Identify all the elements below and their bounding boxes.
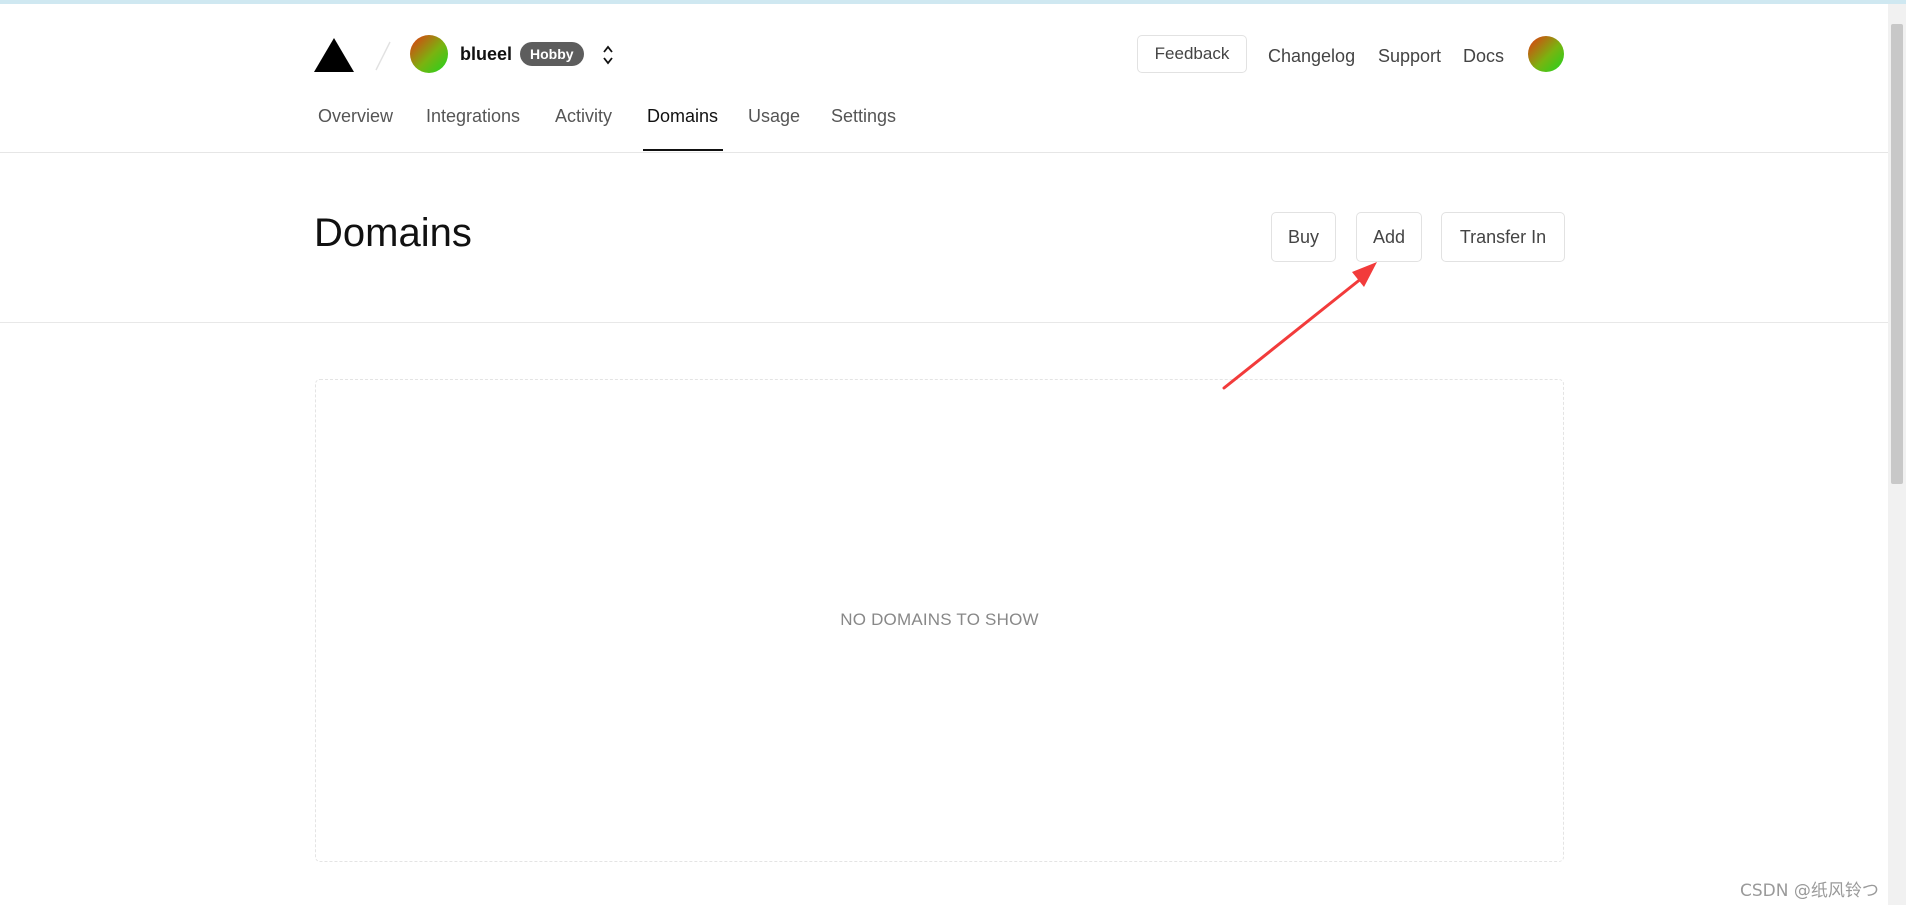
page-title: Domains [314,211,472,255]
tab-activity[interactable]: Activity [555,106,612,148]
page-scrollbar[interactable] [1888,4,1906,905]
team-avatar[interactable] [410,35,448,73]
tab-settings[interactable]: Settings [831,106,896,148]
page-header [0,153,1888,323]
transfer-in-button[interactable]: Transfer In [1441,212,1565,262]
active-tab-indicator [643,149,723,151]
scrollbar-thumb[interactable] [1891,24,1903,484]
changelog-link[interactable]: Changelog [1268,46,1355,67]
tab-domains[interactable]: Domains [647,106,718,148]
add-button[interactable]: Add [1356,212,1422,262]
chevron-up-down-icon[interactable] [600,42,616,68]
tab-usage[interactable]: Usage [748,106,800,148]
buy-button[interactable]: Buy [1271,212,1336,262]
watermark: CSDN @纸风铃つ [1740,881,1879,901]
breadcrumb-slash-icon [375,41,391,71]
plan-badge: Hobby [520,42,584,66]
top-header: blueel Hobby Feedback Changelog Support … [0,4,1888,153]
domains-empty-state: NO DOMAINS TO SHOW [315,379,1564,862]
empty-state-message: NO DOMAINS TO SHOW [840,610,1039,629]
team-name[interactable]: blueel [460,44,512,65]
tab-integrations[interactable]: Integrations [426,106,520,148]
user-avatar[interactable] [1528,36,1564,72]
docs-link[interactable]: Docs [1463,46,1504,67]
triangle-logo-icon[interactable] [314,38,354,72]
feedback-button[interactable]: Feedback [1137,35,1247,73]
support-link[interactable]: Support [1378,46,1441,67]
tab-overview[interactable]: Overview [318,106,393,148]
